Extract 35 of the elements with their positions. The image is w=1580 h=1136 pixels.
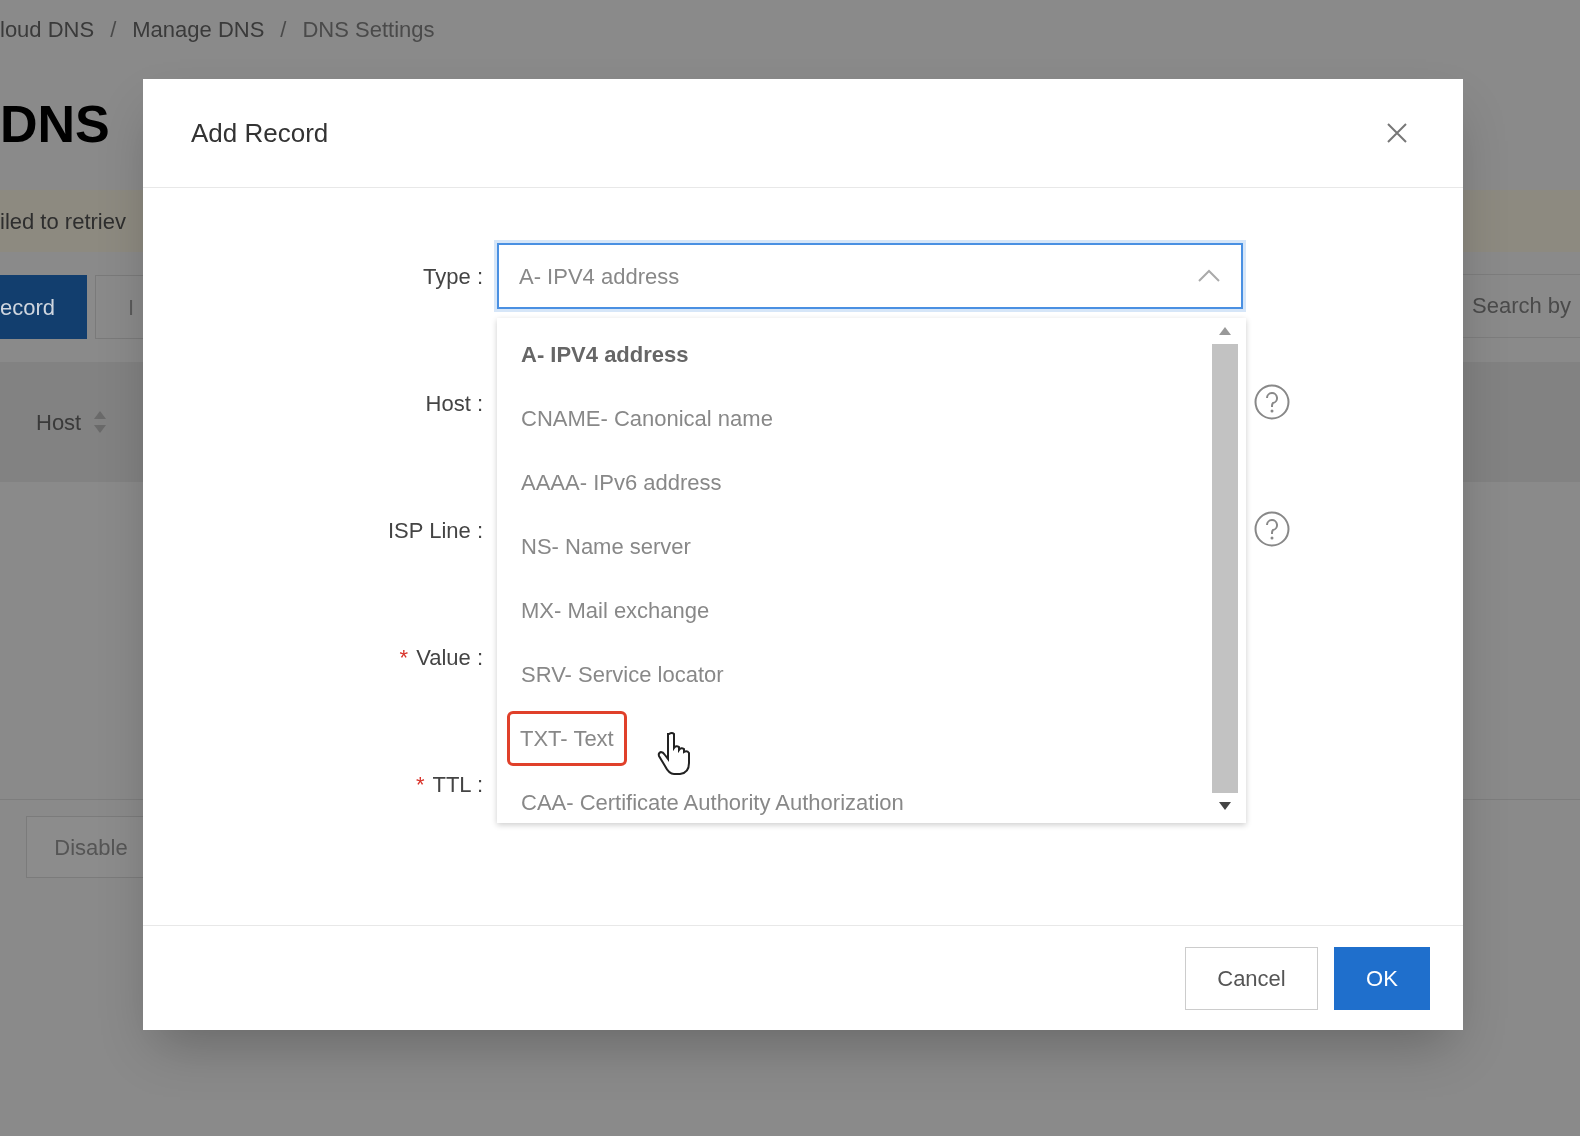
dialog-title: Add Record: [191, 116, 329, 150]
toolbar-button[interactable]: ecord: [0, 275, 88, 339]
dropdown-option[interactable]: AAAA- IPv6 address: [521, 465, 722, 499]
field-label: Value :: [416, 643, 483, 672]
hand-cursor-icon: [656, 731, 693, 775]
cancel-button[interactable]: Cancel: [1185, 946, 1318, 1010]
dropdown-option[interactable]: NS- Name server: [521, 529, 691, 563]
field-label: Host :: [425, 389, 483, 418]
scroll-up-icon[interactable]: [1218, 326, 1232, 336]
breadcrumb-link[interactable]: Manage DNS: [132, 12, 265, 46]
breadcrumb-separator: /: [280, 15, 287, 44]
dropdown-option[interactable]: MX- Mail exchange: [521, 593, 710, 627]
search-field[interactable]: Search by: [1460, 274, 1580, 338]
dropdown-option[interactable]: A- IPV4 address: [521, 337, 689, 371]
caret-icon[interactable]: [1197, 269, 1221, 283]
breadcrumb-link[interactable]: loud DNS: [0, 12, 95, 46]
required-mark: *: [399, 643, 409, 672]
required-mark: *: [415, 770, 425, 799]
alert-message: iled to retriev: [0, 207, 126, 236]
ok-button[interactable]: OK: [1334, 946, 1430, 1010]
field-label: Type :: [423, 262, 483, 291]
column-header[interactable]: Host: [36, 405, 82, 439]
dropdown-option[interactable]: TXT- Text: [507, 710, 627, 766]
help-icon[interactable]: [1253, 510, 1291, 548]
type-select[interactable]: A- IPV4 address: [497, 243, 1243, 309]
breadcrumb-separator: /: [110, 15, 117, 44]
dropdown-option[interactable]: CAA- Certificate Authority Authorization: [521, 785, 904, 819]
dropdown-option[interactable]: SRV- Service locator: [521, 657, 724, 691]
field-label: TTL :: [432, 770, 483, 799]
help-icon[interactable]: [1253, 383, 1291, 421]
page-title: DNS: [0, 94, 110, 155]
sort-icon[interactable]: [93, 409, 108, 435]
field-label: ISP Line :: [388, 516, 483, 545]
scroll-down-icon[interactable]: [1218, 801, 1232, 811]
dropdown-option[interactable]: CNAME- Canonical name: [521, 401, 773, 435]
